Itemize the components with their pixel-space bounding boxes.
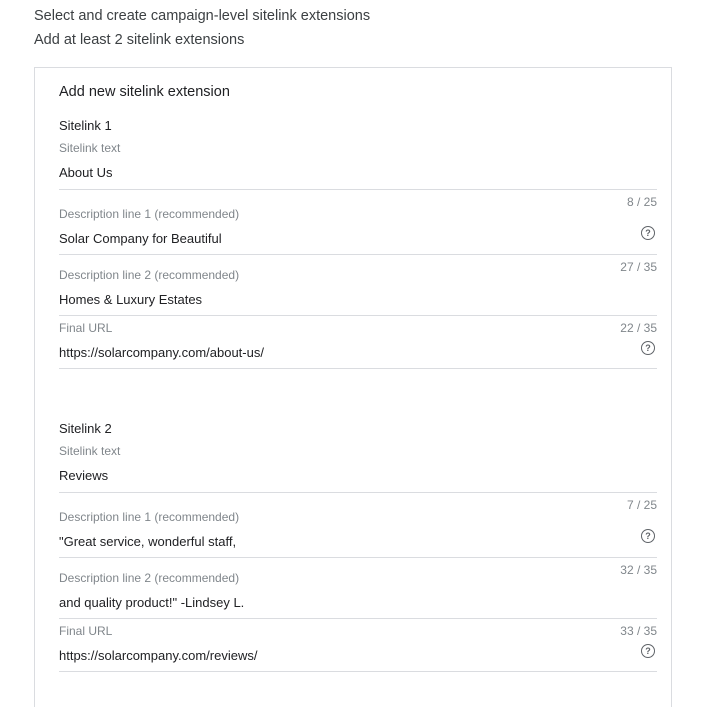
panel-title: Add new sitelink extension <box>59 84 230 100</box>
sitelink-2-desc1-field[interactable]: 7 / 25 Description line 1 (recommended) … <box>59 492 657 558</box>
sitelink-2-url-label: Final URL <box>59 624 113 638</box>
intro-text-minimum: Add at least 2 sitelink extensions <box>34 32 245 48</box>
sitelink-1-text-counter: 8 / 25 <box>626 195 657 209</box>
sitelink-2-text-input[interactable]: Reviews <box>59 468 108 483</box>
sitelink-1-desc2-counter: 22 / 35 <box>620 321 657 335</box>
sitelink-1-desc1-counter: 27 / 35 <box>620 260 657 274</box>
sitelink-panel: Add new sitelink extension Sitelink 1 Si… <box>34 67 672 707</box>
help-circle-icon[interactable]: ? <box>641 341 655 355</box>
sitelink-2-url-field[interactable]: 33 / 35 Final URL https://solarcompany.c… <box>59 618 657 672</box>
sitelink-1-desc2-label: Description line 2 (recommended) <box>59 268 240 282</box>
help-circle-icon[interactable]: ? <box>641 529 655 543</box>
help-circle-icon[interactable]: ? <box>641 644 655 658</box>
sitelink-2-desc2-input[interactable]: and quality product!" -Lindsey L. <box>59 595 244 610</box>
sitelink-1-url-label: Final URL <box>59 321 113 335</box>
sitelink-1-desc1-label: Description line 1 (recommended) <box>59 207 240 221</box>
sitelink-1-url-input[interactable]: https://solarcompany.com/about-us/ <box>59 345 264 360</box>
sitelink-2-heading: Sitelink 2 <box>59 421 112 436</box>
sitelink-2-desc2-label: Description line 2 (recommended) <box>59 571 240 585</box>
sitelink-2-desc1-label: Description line 1 (recommended) <box>59 510 240 524</box>
sitelink-1-desc2-field[interactable]: 27 / 35 Description line 2 (recommended)… <box>59 254 657 316</box>
sitelink-1-heading: Sitelink 1 <box>59 118 112 133</box>
sitelink-2-text-field[interactable]: Sitelink text Reviews <box>59 443 657 493</box>
sitelink-2-desc2-counter: 33 / 35 <box>620 624 657 638</box>
help-circle-icon[interactable]: ? <box>641 226 655 240</box>
sitelink-1-url-field[interactable]: 22 / 35 Final URL https://solarcompany.c… <box>59 315 657 369</box>
sitelink-1-desc2-input[interactable]: Homes & Luxury Estates <box>59 292 202 307</box>
sitelink-2-url-input[interactable]: https://solarcompany.com/reviews/ <box>59 648 257 663</box>
sitelink-2-desc1-counter: 32 / 35 <box>620 563 657 577</box>
sitelink-1-text-input[interactable]: About Us <box>59 165 112 180</box>
sitelink-1-desc1-field[interactable]: 8 / 25 Description line 1 (recommended) … <box>59 189 657 255</box>
sitelink-2-desc1-input[interactable]: "Great service, wonderful staff, <box>59 534 236 549</box>
sitelink-2-desc2-field[interactable]: 32 / 35 Description line 2 (recommended)… <box>59 557 657 619</box>
sitelink-2-text-counter: 7 / 25 <box>626 498 657 512</box>
sitelink-2-text-label: Sitelink text <box>59 444 121 458</box>
sitelink-1-desc1-input[interactable]: Solar Company for Beautiful <box>59 231 222 246</box>
intro-text-select: Select and create campaign-level sitelin… <box>34 8 371 24</box>
sitelink-1-text-label: Sitelink text <box>59 141 121 155</box>
sitelink-1-text-field[interactable]: Sitelink text About Us <box>59 140 657 190</box>
